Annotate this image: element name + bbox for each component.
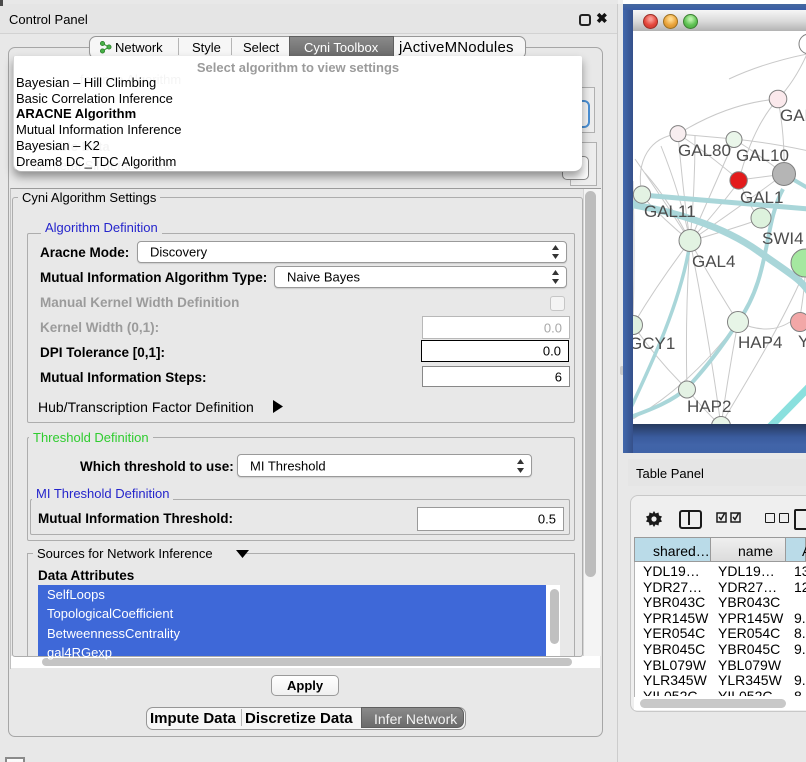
svg-text:GAL10: GAL10 bbox=[736, 146, 789, 165]
svg-text:GAL1: GAL1 bbox=[740, 188, 783, 207]
svg-text:HAP4: HAP4 bbox=[738, 333, 782, 352]
svg-text:GAL7: GAL7 bbox=[780, 106, 806, 125]
svg-text:Y: Y bbox=[798, 332, 806, 351]
svg-text:HAP2: HAP2 bbox=[687, 397, 731, 416]
svg-text:GAL4: GAL4 bbox=[692, 252, 735, 271]
svg-text:GAL80: GAL80 bbox=[678, 141, 731, 160]
svg-text:GCY1: GCY1 bbox=[633, 334, 675, 353]
svg-text:GAL11: GAL11 bbox=[644, 202, 696, 221]
svg-text:SWI4: SWI4 bbox=[762, 229, 804, 248]
